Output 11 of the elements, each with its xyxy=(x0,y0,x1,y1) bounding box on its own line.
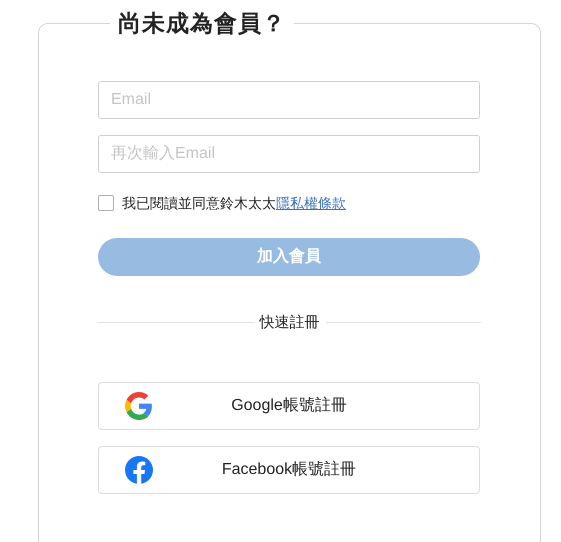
facebook-icon xyxy=(125,456,153,484)
facebook-signup-button[interactable]: Facebook帳號註冊 xyxy=(98,446,480,494)
agreement-text: 我已閱讀並同意鈴木太太隱私權條款 xyxy=(122,194,346,212)
quick-register-label: 快速註冊 xyxy=(258,312,320,332)
email-field[interactable]: 再次輸入Email xyxy=(98,134,480,172)
google-signup-button[interactable]: Google帳號註冊 xyxy=(98,382,480,430)
privacy-link[interactable]: 隱私權條款 xyxy=(276,194,346,210)
agree-checkbox[interactable] xyxy=(98,195,114,211)
google-icon xyxy=(125,392,153,420)
email-field[interactable]: Email xyxy=(98,80,480,118)
section-title: 尚未成為會員？ xyxy=(118,10,286,36)
